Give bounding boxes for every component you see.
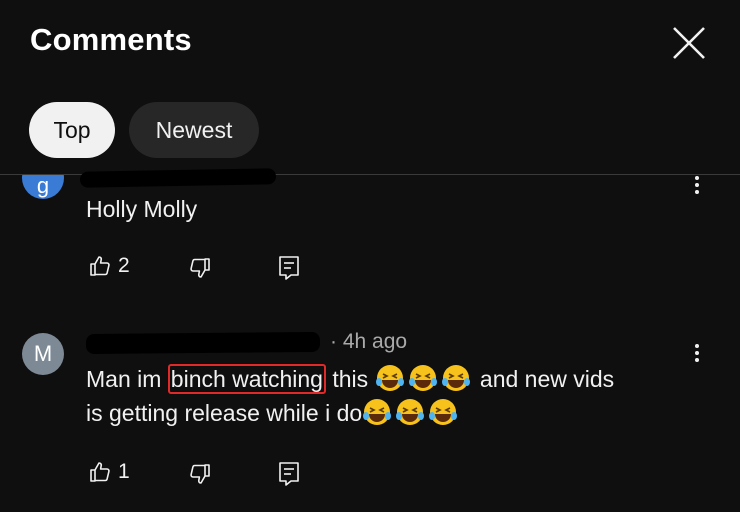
comment-text-part: and new vids [473,366,615,392]
laughing-emoji-icon [363,399,392,425]
like-count: 2 [118,254,130,277]
avatar-letter: M [33,341,53,366]
comment-text: Man im binch watching this and new vids … [86,362,686,430]
reply-icon [279,256,299,280]
page-title: Comments [30,22,192,57]
avatar[interactable]: M [22,333,64,375]
laughing-emoji-icon [375,365,404,391]
thumbs-up-icon [90,256,110,276]
reply-icon [279,462,299,486]
laughing-emoji-icon [408,365,437,391]
laughing-emoji-icon [396,399,425,425]
more-vert-icon[interactable] [692,174,702,196]
comment-text-part: is getting release while i do [86,400,363,426]
redacted-username [85,331,321,355]
highlighted-phrase: binch watching [167,364,326,394]
dislike-button[interactable] [188,256,212,280]
laughing-emoji-icon [429,399,458,425]
reply-button[interactable] [277,255,301,281]
filter-chip-top[interactable]: Top [29,102,115,158]
like-count: 1 [118,460,130,483]
thumbs-up-icon [90,462,110,482]
like-button[interactable]: 2 [88,254,130,278]
thumbs-down-icon [190,464,210,484]
comment-timestamp: · 4h ago [330,330,408,353]
like-button[interactable]: 1 [88,460,130,484]
filter-chip-newest[interactable]: Newest [129,102,259,158]
comment-text-part: this [325,366,369,392]
more-vert-icon[interactable] [692,342,702,364]
thumbs-down-icon [190,258,210,278]
laughing-emoji-icon [441,365,470,391]
avatar[interactable]: g [22,173,64,199]
close-icon[interactable] [670,24,708,62]
avatar-letter: g [36,173,50,198]
reply-button[interactable] [277,461,301,487]
dislike-button[interactable] [188,462,212,486]
comment-text: Holly Molly [86,196,198,222]
redacted-username [79,168,277,188]
comment-text-part: Man im [86,366,168,392]
